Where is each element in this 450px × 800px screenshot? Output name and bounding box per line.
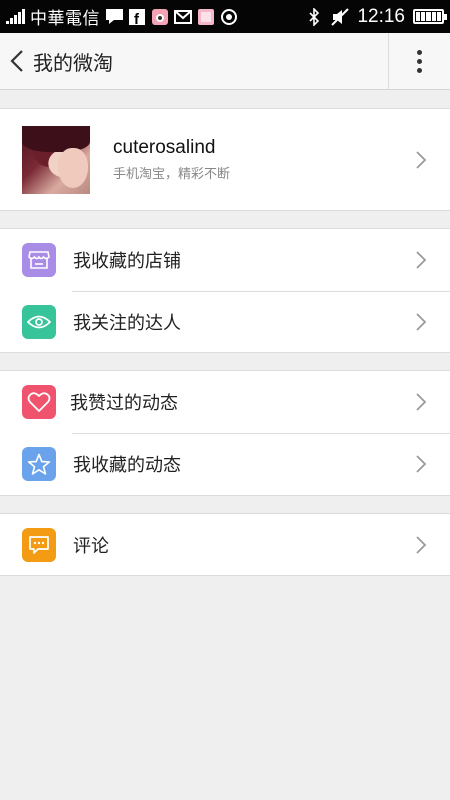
battery-icon [413,9,447,24]
photo-icon [197,8,215,25]
page-title: 我的微淘 [33,50,113,75]
signal-icon [6,9,25,24]
bluetooth-icon [305,7,323,26]
menu-item-liked-posts[interactable]: 我赞过的动态 [0,371,450,433]
back-button[interactable] [2,33,32,90]
menu-group-following: 我收藏的店铺 我关注的达人 [0,228,450,353]
chevron-left-icon [10,50,23,72]
menu-item-label: 我赞过的动态 [70,393,178,414]
profile-name: cuterosalind [113,137,216,158]
menu-item-label: 评论 [73,536,109,557]
chevron-right-icon [414,312,428,332]
menu-item-saved-posts[interactable]: 我收藏的动态 [0,433,450,495]
avatar [22,125,90,194]
mail-icon [174,9,192,25]
app-header: 我的微淘 [0,32,450,90]
star-icon [22,447,56,481]
profile-subtitle: 手机淘宝，精彩不断 [113,167,231,182]
chevron-right-icon [414,250,428,270]
heart-icon [22,385,56,419]
chevron-right-icon [414,150,428,170]
menu-item-label: 我关注的达人 [73,313,181,334]
clock: 12:16 [357,5,405,27]
chevron-right-icon [414,535,428,555]
comment-icon [22,528,56,562]
camera-icon [151,8,169,25]
sync-icon [220,8,238,25]
profile-card[interactable]: cuterosalind 手机淘宝，精彩不断 [0,108,450,211]
chevron-right-icon [414,392,428,412]
eye-icon [22,305,56,339]
menu-item-comments[interactable]: 评论 [0,514,450,576]
mute-icon [331,7,350,26]
menu-item-label: 我收藏的店铺 [73,251,181,272]
menu-group-posts: 我赞过的动态 我收藏的动态 [0,370,450,496]
menu-item-label: 我收藏的动态 [73,455,181,476]
more-options-button[interactable] [388,32,450,90]
menu-item-favorite-stores[interactable]: 我收藏的店铺 [0,229,450,291]
message-icon [105,9,123,25]
store-icon [22,243,56,277]
carrier-name: 中華電信 [30,9,100,29]
status-bar: 中華電信 f 12:16 [0,0,450,33]
more-vertical-icon [417,49,422,55]
facebook-icon: f [128,8,146,25]
menu-group-comments: 评论 [0,513,450,576]
chevron-right-icon [414,454,428,474]
menu-item-followed-experts[interactable]: 我关注的达人 [0,291,450,353]
